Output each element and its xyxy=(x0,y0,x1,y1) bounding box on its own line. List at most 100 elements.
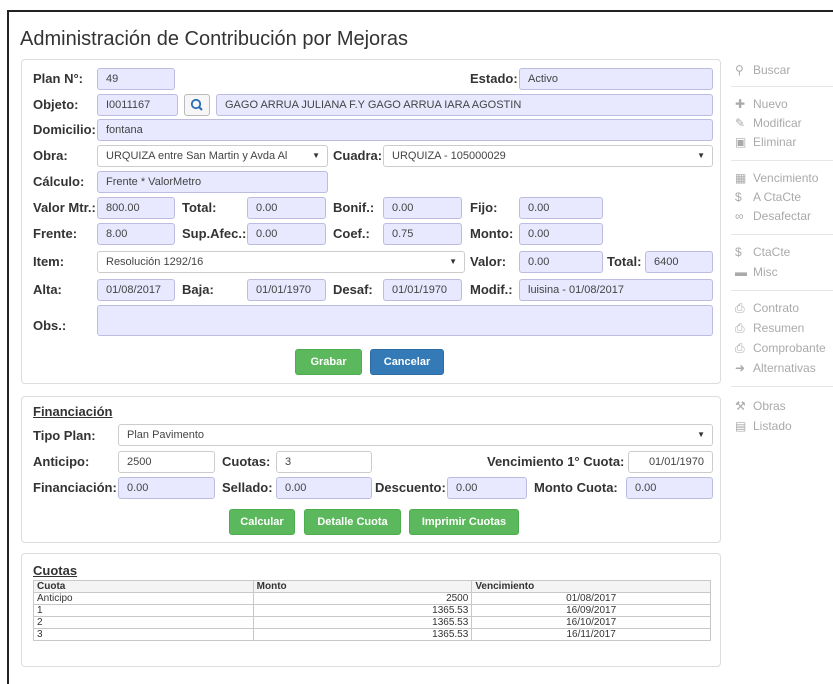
bonif-field[interactable]: 0.00 xyxy=(383,197,462,219)
list-icon: ▤ xyxy=(735,419,747,433)
sidebar-item-obras[interactable]: ⚒ Obras xyxy=(735,398,786,414)
share-arrow-icon: ➜ xyxy=(735,361,746,375)
monto-field[interactable]: 0.00 xyxy=(519,223,603,245)
table-row[interactable]: 2 1365.53 16/10/2017 xyxy=(33,616,711,629)
domicilio-field[interactable]: fontana xyxy=(97,119,713,141)
valor-mtr-field[interactable]: 800.00 xyxy=(97,197,175,219)
chevron-down-icon: ▼ xyxy=(312,151,320,160)
obra-select[interactable]: URQUIZA entre San Martin y Avda Al ▼ xyxy=(97,145,328,167)
sidebar-item-label: Desafectar xyxy=(753,209,812,223)
sidebar-divider xyxy=(731,160,833,161)
total-field[interactable]: 0.00 xyxy=(247,197,326,219)
calculo-field[interactable]: Frente * ValorMetro xyxy=(97,171,328,193)
sidebar-item-label: Alternativas xyxy=(753,361,816,375)
monto-cuota-field[interactable]: 0.00 xyxy=(626,477,713,499)
alta-label: Alta: xyxy=(33,282,62,297)
sidebar-item-desafectar[interactable]: ∞ Desafectar xyxy=(735,208,811,224)
calculo-label: Cálculo: xyxy=(33,174,85,189)
valor-label: Valor: xyxy=(470,254,507,269)
pencil-icon: ✎ xyxy=(735,116,746,130)
cell-cuota: 1 xyxy=(33,604,254,617)
descuento-field[interactable]: 0.00 xyxy=(447,477,527,499)
sidebar-item-eliminar[interactable]: ▣ Eliminar xyxy=(735,134,796,150)
modif-field[interactable]: luisina - 01/08/2017 xyxy=(519,279,713,301)
sidebar-item-vencimiento[interactable]: ▦ Vencimiento xyxy=(735,170,818,186)
valor-field[interactable]: 0.00 xyxy=(519,251,603,273)
grabar-button[interactable]: Grabar xyxy=(295,349,362,375)
imprimir-cuotas-button[interactable]: Imprimir Cuotas xyxy=(409,509,519,535)
vencimiento-field[interactable]: 01/01/1970 xyxy=(628,451,713,473)
obs-field[interactable] xyxy=(97,305,713,336)
sidebar-item-buscar[interactable]: ⚲ Buscar xyxy=(735,62,790,78)
supafec-label: Sup.Afec.: xyxy=(182,226,247,241)
sidebar-item-misc[interactable]: ▬ Misc xyxy=(735,264,778,280)
alta-field[interactable]: 01/08/2017 xyxy=(97,279,175,301)
sidebar-item-contrato[interactable]: ⎙ Contrato xyxy=(735,300,799,316)
sidebar-divider xyxy=(731,86,833,87)
sidebar-item-ctacte[interactable]: $ CtaCte xyxy=(735,244,790,260)
cuotas-table: Cuota Monto Vencimiento Anticipo 2500 01… xyxy=(33,580,711,641)
item-select[interactable]: Resolución 1292/16 ▼ xyxy=(97,251,465,273)
table-row[interactable]: 1 1365.53 16/09/2017 xyxy=(33,604,711,617)
item-select-value: Resolución 1292/16 xyxy=(106,256,204,268)
chevron-down-icon: ▼ xyxy=(697,151,705,160)
link-icon: ∞ xyxy=(735,209,744,223)
sellado-label: Sellado: xyxy=(222,480,273,495)
objeto-search-button[interactable] xyxy=(184,94,210,116)
sidebar-item-modificar[interactable]: ✎ Modificar xyxy=(735,115,802,131)
sidebar-item-listado[interactable]: ▤ Listado xyxy=(735,418,792,434)
plan-field[interactable]: 49 xyxy=(97,68,175,90)
cell-cuota: 3 xyxy=(33,628,254,641)
supafec-field[interactable]: 0.00 xyxy=(247,223,326,245)
sidebar-item-label: Obras xyxy=(753,399,786,413)
frente-label: Frente: xyxy=(33,226,78,241)
print-icon: ⎙ xyxy=(735,341,745,355)
financiacion-title: Financiación xyxy=(33,404,113,419)
descuento-label: Descuento: xyxy=(375,480,446,495)
objeto-name-field[interactable]: GAGO ARRUA JULIANA F.Y GAGO ARRUA IARA A… xyxy=(216,94,713,116)
tipo-plan-select[interactable]: Plan Pavimento ▼ xyxy=(118,424,713,446)
calendar-icon: ▦ xyxy=(735,171,747,185)
total-label: Total: xyxy=(182,200,217,215)
chevron-down-icon: ▼ xyxy=(697,430,705,439)
estado-field[interactable]: Activo xyxy=(519,68,713,90)
anticipo-field[interactable]: 2500 xyxy=(118,451,215,473)
fijo-field[interactable]: 0.00 xyxy=(519,197,603,219)
sidebar-item-a-ctacte[interactable]: $ A CtaCte xyxy=(735,189,801,205)
total2-field[interactable]: 6400 xyxy=(645,251,713,273)
cancelar-button[interactable]: Cancelar xyxy=(370,349,444,375)
page-title: Administración de Contribución por Mejor… xyxy=(20,28,408,50)
sidebar-item-label: Misc xyxy=(753,265,778,279)
obra-select-value: URQUIZA entre San Martin y Avda Al xyxy=(106,150,288,162)
cuotas-count-field[interactable]: 3 xyxy=(276,451,372,473)
tipo-plan-label: Tipo Plan: xyxy=(33,428,96,443)
sidebar-item-nuevo[interactable]: ✚ Nuevo xyxy=(735,96,788,112)
cell-vencimiento: 01/08/2017 xyxy=(471,592,711,605)
domicilio-label: Domicilio: xyxy=(33,122,96,137)
table-row[interactable]: 3 1365.53 16/11/2017 xyxy=(33,628,711,641)
estado-label: Estado: xyxy=(470,71,518,86)
search-icon: ⚲ xyxy=(735,63,744,77)
frente-field[interactable]: 8.00 xyxy=(97,223,175,245)
sidebar-item-resumen[interactable]: ⎙ Resumen xyxy=(735,320,804,336)
baja-field[interactable]: 01/01/1970 xyxy=(247,279,326,301)
coef-field[interactable]: 0.75 xyxy=(383,223,462,245)
desaf-field[interactable]: 01/01/1970 xyxy=(383,279,462,301)
cell-vencimiento: 16/09/2017 xyxy=(471,604,711,617)
calcular-button[interactable]: Calcular xyxy=(229,509,295,535)
monto-label: Monto: xyxy=(470,226,514,241)
sidebar-item-alternativas[interactable]: ➜ Alternativas xyxy=(735,360,816,376)
wrench-icon: ⚒ xyxy=(735,399,746,413)
cuadra-select[interactable]: URQUIZA - 105000029 ▼ xyxy=(383,145,713,167)
coef-label: Coef.: xyxy=(333,226,370,241)
cuotas-title: Cuotas xyxy=(33,563,78,578)
detalle-cuota-button[interactable]: Detalle Cuota xyxy=(304,509,401,535)
objeto-code-field[interactable]: I0011167 xyxy=(97,94,178,116)
sellado-field[interactable]: 0.00 xyxy=(276,477,372,499)
sidebar-item-comprobante[interactable]: ⎙ Comprobante xyxy=(735,340,826,356)
obs-label: Obs.: xyxy=(33,318,67,333)
financiacion-field[interactable]: 0.00 xyxy=(118,477,215,499)
sidebar-item-label: Vencimiento xyxy=(753,171,819,185)
table-row[interactable]: Anticipo 2500 01/08/2017 xyxy=(33,592,711,605)
tipo-plan-select-value: Plan Pavimento xyxy=(127,429,205,441)
